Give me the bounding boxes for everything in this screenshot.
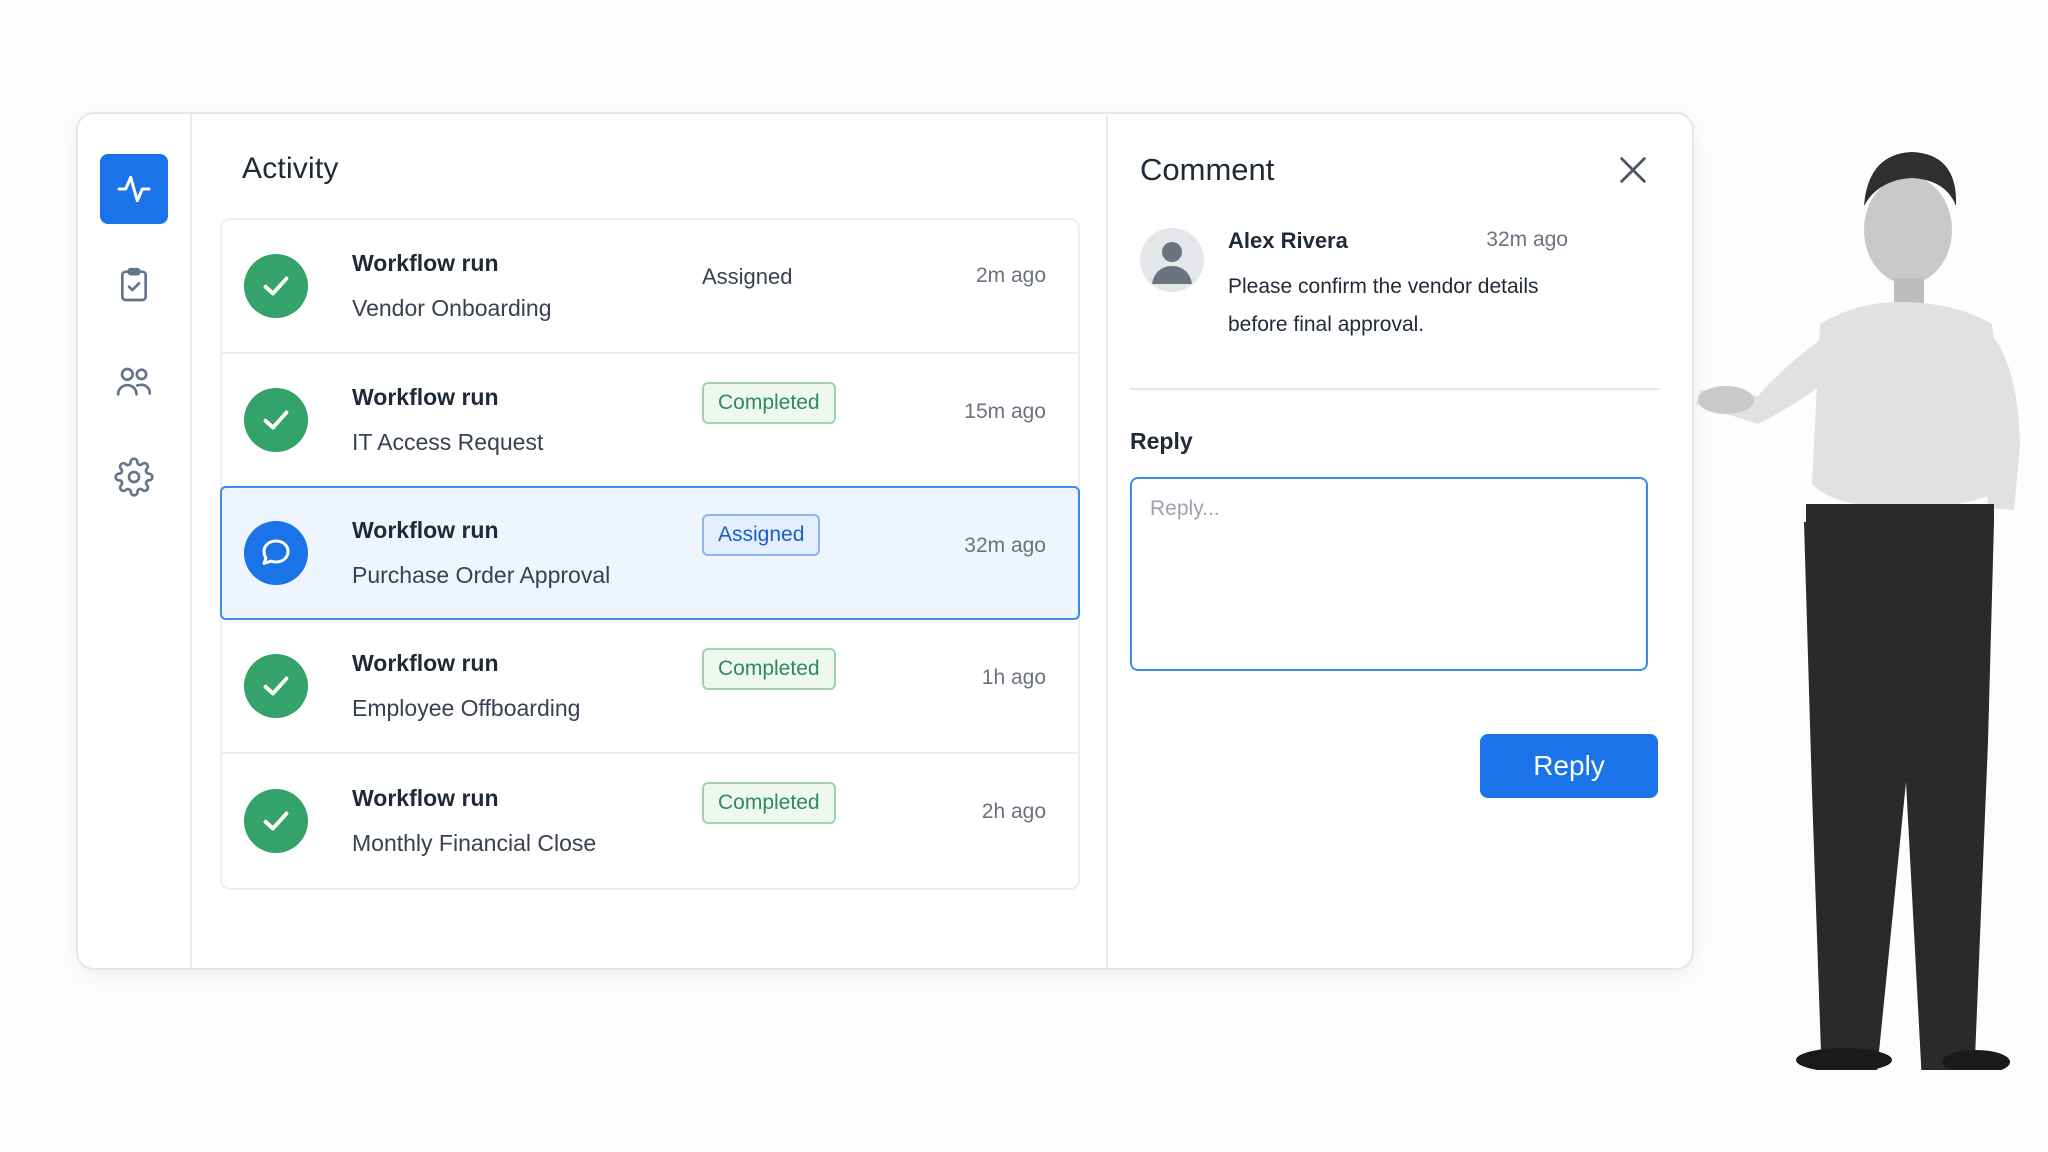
check-circle-icon [244, 654, 308, 718]
row-text: Workflow run IT Access Request [352, 384, 692, 456]
row-title: Workflow run [352, 785, 499, 811]
reply-button[interactable]: Reply [1480, 734, 1658, 798]
row-subtitle: Vendor Onboarding [352, 295, 552, 321]
close-icon[interactable] [1616, 153, 1650, 187]
row-title: Workflow run [352, 517, 499, 543]
activity-row[interactable]: Workflow run Monthly Financial Close Com… [222, 754, 1078, 888]
users-icon [116, 367, 152, 396]
activity-title: Activity [242, 152, 339, 185]
activity-row[interactable]: Workflow run Employee Offboarding Comple… [222, 620, 1078, 754]
sidebar [78, 114, 192, 968]
row-time: 2h ago [981, 800, 1046, 823]
user-avatar-icon [1152, 242, 1192, 284]
row-text: Workflow run Purchase Order Approval [352, 517, 692, 589]
comment-panel: Comment Alex Rivera 32m ago Please confi… [1108, 114, 1692, 968]
row-subtitle: Purchase Order Approval [352, 562, 611, 588]
clipboard-check-icon [121, 267, 147, 302]
activity-row[interactable]: Workflow run IT Access Request Completed… [222, 354, 1078, 488]
row-time: 15m ago [964, 400, 1046, 423]
status-badge-wrap: Completed [702, 382, 836, 424]
reply-input[interactable] [1130, 477, 1648, 671]
reply-label: Reply [1130, 428, 1193, 454]
row-title: Workflow run [352, 250, 499, 276]
check-circle-icon [244, 254, 308, 318]
status-badge: Completed [702, 382, 836, 424]
status-badge-wrap: Completed [702, 782, 836, 824]
gear-icon [114, 457, 154, 497]
status-badge: Completed [702, 782, 836, 824]
sidebar-item-users[interactable] [100, 346, 168, 416]
row-subtitle: IT Access Request [352, 429, 544, 455]
activity-pulse-icon [117, 175, 151, 203]
comment-author: Alex Rivera [1228, 228, 1348, 253]
comment-header: Comment [1130, 152, 1660, 188]
app-window: Activity Workflow run Vendor Onboarding … [76, 112, 1694, 970]
avatar [1140, 228, 1204, 292]
comment-divider [1130, 388, 1660, 390]
row-time: 1h ago [981, 666, 1046, 689]
status-badge: Assigned [702, 514, 821, 556]
activity-row[interactable]: Workflow run Vendor Onboarding Assigned … [222, 220, 1078, 354]
check-circle-icon [244, 388, 308, 452]
comment-content: Alex Rivera 32m ago Please confirm the v… [1228, 228, 1568, 344]
row-text: Workflow run Vendor Onboarding [352, 250, 692, 322]
status-badge: Completed [702, 648, 836, 690]
sidebar-item-activity[interactable] [100, 154, 168, 224]
row-time: 32m ago [964, 534, 1046, 557]
activity-row[interactable]: Workflow run Purchase Order Approval Ass… [220, 486, 1080, 620]
sidebar-item-settings[interactable] [100, 442, 168, 512]
comment-time: 32m ago [1486, 228, 1568, 251]
status-badge-wrap: Assigned [702, 514, 821, 556]
row-title: Workflow run [352, 650, 499, 676]
check-circle-icon [244, 789, 308, 853]
status-text: Assigned [702, 264, 793, 289]
presenter-figure [1696, 152, 2020, 1070]
row-title: Workflow run [352, 384, 499, 410]
comment-meta: Alex Rivera 32m ago [1228, 228, 1568, 254]
row-text: Workflow run Employee Offboarding [352, 650, 692, 722]
row-time: 2m ago [975, 264, 1046, 287]
row-text: Workflow run Monthly Financial Close [352, 785, 692, 857]
row-subtitle: Monthly Financial Close [352, 830, 597, 856]
sidebar-item-tasks[interactable] [100, 250, 168, 320]
activity-panel: Activity Workflow run Vendor Onboarding … [192, 114, 1108, 968]
comment-icon [244, 521, 308, 585]
activity-list: Workflow run Vendor Onboarding Assigned … [220, 218, 1080, 890]
comment-text: Please confirm the vendor details before… [1228, 275, 1539, 336]
status-badge-wrap: Completed [702, 648, 836, 690]
comment-title: Comment [1140, 152, 1275, 187]
row-subtitle: Employee Offboarding [352, 695, 581, 721]
comment-item: Alex Rivera 32m ago Please confirm the v… [1130, 228, 1660, 344]
